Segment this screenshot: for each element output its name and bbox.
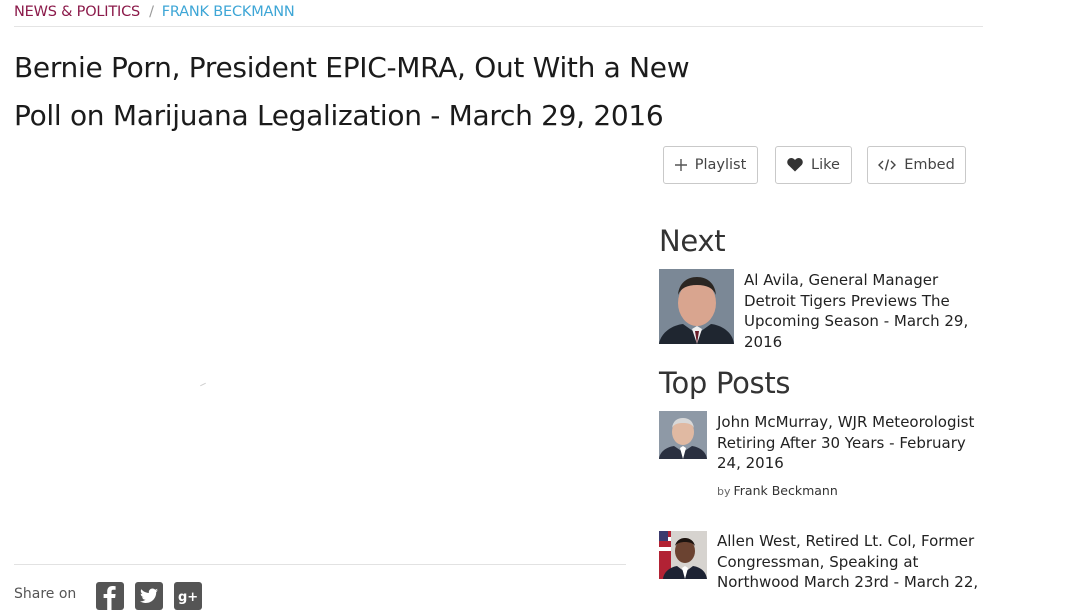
embed-label: Embed [904, 157, 955, 173]
media-player[interactable] [14, 146, 626, 562]
next-thumbnail[interactable] [659, 269, 734, 344]
twitter-share-button[interactable] [135, 582, 163, 610]
top-post-byline: by Frank Beckmann [717, 483, 838, 498]
top-post-thumbnail[interactable] [659, 531, 707, 579]
breadcrumb-category[interactable]: NEWS & POLITICS [14, 4, 140, 20]
next-heading: Next [659, 224, 726, 258]
byline-author-link[interactable]: Frank Beckmann [734, 483, 838, 498]
twitter-icon [140, 588, 158, 603]
portrait-image [659, 269, 734, 344]
top-posts-heading: Top Posts [659, 366, 791, 400]
byline-prefix: by [717, 485, 731, 498]
divider [14, 26, 983, 27]
like-label: Like [811, 157, 840, 173]
breadcrumb-separator: / [149, 4, 154, 20]
portrait-image [659, 531, 707, 579]
plus-icon [674, 159, 687, 171]
google-plus-icon: g+ [178, 590, 198, 605]
code-icon [878, 159, 897, 171]
like-button[interactable]: Like [775, 146, 852, 184]
google-plus-share-button[interactable]: g+ [174, 582, 202, 610]
add-to-playlist-button[interactable]: Playlist [663, 146, 758, 184]
share-label: Share on [14, 586, 77, 602]
breadcrumb-author[interactable]: FRANK BECKMANN [162, 4, 295, 20]
next-title-link[interactable]: Al Avila, General Manager Detroit Tigers… [744, 270, 984, 352]
portrait-image [659, 411, 707, 459]
facebook-icon [103, 586, 116, 610]
embed-button[interactable]: Embed [867, 146, 966, 184]
breadcrumb: NEWS & POLITICS / FRANK BECKMANN [14, 4, 295, 20]
heart-icon [787, 158, 803, 172]
top-post-title-link[interactable]: Allen West, Retired Lt. Col, Former Cong… [717, 531, 982, 593]
player-artifact [200, 382, 206, 387]
top-post-thumbnail[interactable] [659, 411, 707, 459]
page-title: Bernie Porn, President EPIC-MRA, Out Wit… [14, 51, 690, 132]
divider [14, 564, 626, 565]
facebook-share-button[interactable] [96, 582, 124, 610]
top-post-title-link[interactable]: John McMurray, WJR Meteorologist Retirin… [717, 412, 982, 474]
playlist-label: Playlist [694, 157, 747, 173]
